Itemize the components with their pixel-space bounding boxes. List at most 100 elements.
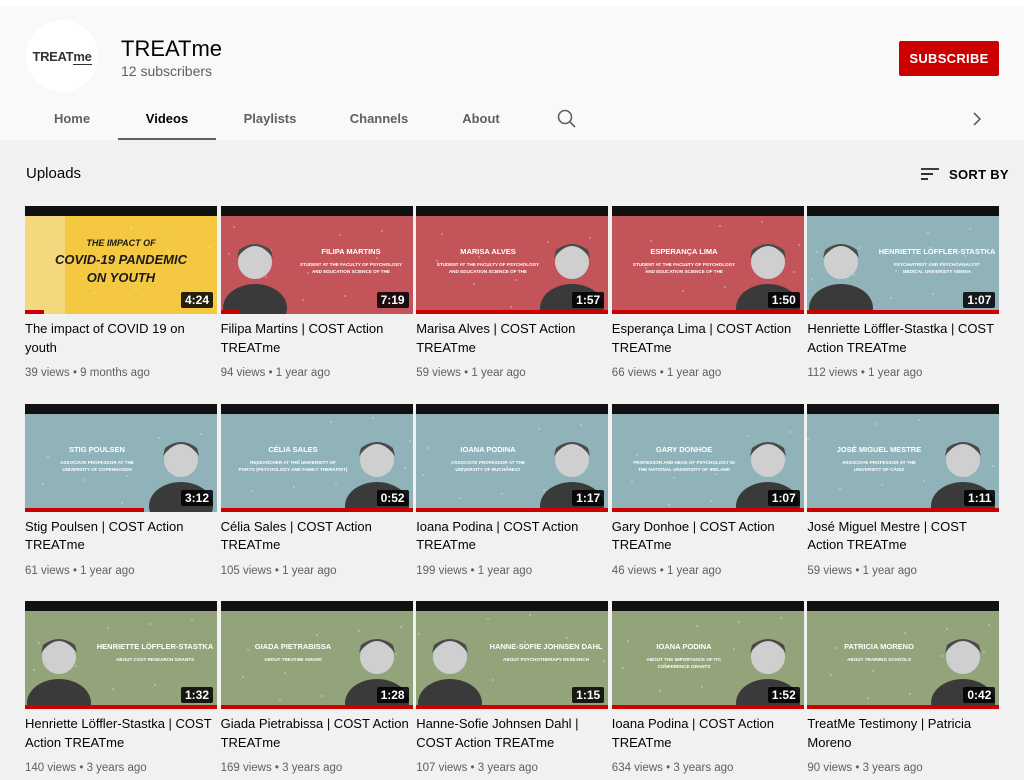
upload-age: 3 years ago <box>673 762 734 774</box>
video-card[interactable]: HENRIETTE LÖFFLER-STASTKA PSYCHIATRIST AN… <box>807 206 1000 396</box>
chevron-right-icon[interactable] <box>966 108 988 130</box>
video-title[interactable]: TreatMe Testimony | Patricia Moreno <box>807 715 999 752</box>
meta-separator: • <box>662 762 674 774</box>
video-card[interactable]: GIADA PIETRABISSA ABOUT TREATME AWARD 1:28… <box>220 601 413 780</box>
video-title[interactable]: Hanne-Sofie Johnsen Dahl | COST Action T… <box>416 715 608 752</box>
video-thumbnail[interactable]: THE IMPACT OF COVID-19 PANDEMIC ON YOUTH 4:… <box>25 206 217 314</box>
svg-text:PROFESSOR AND HEAD OF PSYCHOLO: PROFESSOR AND HEAD OF PSYCHOLOGY IN <box>633 460 735 465</box>
watch-progress-bar <box>807 705 1000 709</box>
watch-progress-bar <box>611 705 804 709</box>
video-title[interactable]: Ioana Podina | COST Action TREATme <box>612 715 804 752</box>
svg-text:RESEARCHER AT THE UNIVERSITY O: RESEARCHER AT THE UNIVERSITY OF <box>250 460 336 465</box>
video-title[interactable]: Henriette Löffler-Stastka | COST Action … <box>25 715 217 752</box>
video-duration: 1:17 <box>572 489 605 506</box>
tab-channels[interactable]: Channels <box>336 96 422 140</box>
video-card[interactable]: GARY DONHOE PROFESSOR AND HEAD OF PSYCHOL… <box>611 403 804 594</box>
video-title[interactable]: Filipa Martins | COST Action TREATme <box>221 320 413 357</box>
channel-avatar[interactable]: TREATme <box>26 20 98 92</box>
svg-text:ESPERANÇA LIMA: ESPERANÇA LIMA <box>650 247 718 256</box>
meta-separator: • <box>852 564 863 577</box>
upload-age: 1 year ago <box>80 564 135 577</box>
video-duration: 7:19 <box>376 292 409 308</box>
video-title[interactable]: Esperança Lima | COST Action TREATme <box>612 320 804 357</box>
video-title[interactable]: Stig Poulsen | COST Action TREATme <box>25 518 217 555</box>
video-card[interactable]: ESPERANÇA LIMA STUDENT AT THE FACULTY OF … <box>611 206 804 396</box>
video-thumbnail[interactable]: HENRIETTE LÖFFLER-STASTKA ABOUT COST RESE… <box>25 601 217 709</box>
video-card[interactable]: THE IMPACT OF COVID-19 PANDEMIC ON YOUTH 4:… <box>25 206 217 396</box>
video-card[interactable]: CÉLIA SALES RESEARCHER AT THE UNIVERSITY … <box>220 403 413 594</box>
video-thumbnail[interactable]: JOSÉ MIGUEL MESTRE ASSOCIATE PROFESSOR AT… <box>807 403 1000 512</box>
svg-text:ABOUT PSYCHOTHERAPY RESEARCH: ABOUT PSYCHOTHERAPY RESEARCH <box>503 657 590 662</box>
subscribe-button[interactable]: SUBSCRIBE <box>899 41 999 76</box>
video-card[interactable]: JOSÉ MIGUEL MESTRE ASSOCIATE PROFESSOR AT… <box>807 403 1000 594</box>
video-thumbnail[interactable]: GARY DONHOE PROFESSOR AND HEAD OF PSYCHOL… <box>611 403 804 512</box>
svg-text:UNIVERSITY OF CÁDIZ: UNIVERSITY OF CÁDIZ <box>854 466 905 472</box>
svg-text:PATRICIA MORENO: PATRICIA MORENO <box>844 642 914 651</box>
svg-text:PORTO (PSYCHOLOGY AND FAMILY T: PORTO (PSYCHOLOGY AND FAMILY THERAPIST) <box>238 467 347 472</box>
tab-home[interactable]: Home <box>40 96 104 140</box>
video-thumbnail[interactable]: IOANA PODINA ASSOCIATE PROFESSOR AT THE UN… <box>416 403 609 512</box>
watch-progress-bar <box>25 310 45 314</box>
svg-text:HENRIETTE LÖFFLER-STASTKA: HENRIETTE LÖFFLER-STASTKA <box>879 247 996 256</box>
svg-text:MEDICAL UNIVERSITY VIENNA: MEDICAL UNIVERSITY VIENNA <box>903 269 972 274</box>
video-card[interactable]: FILIPA MARTINS STUDENT AT THE FACULTY OF … <box>220 206 413 396</box>
uploads-section: Uploads SORT BY THE IMPACT OF COVID-19 PA… <box>0 140 1024 780</box>
video-meta: 169 views • 3 years ago <box>221 762 343 774</box>
view-count: 140 views <box>25 762 77 774</box>
video-card[interactable]: PATRICIA MORENO ABOUT TRAINING SCHOOLS 0:4… <box>807 601 1000 780</box>
sort-by-button[interactable]: SORT BY <box>921 164 1009 184</box>
channel-tabs: Home Videos Playlists Channels About <box>0 96 1024 140</box>
video-duration: 1:28 <box>376 687 409 703</box>
video-thumbnail[interactable]: HANNE-SOFIE JOHNSEN DAHL ABOUT PSYCHOTHER… <box>416 601 609 709</box>
video-title[interactable]: Gary Donhoe | COST Action TREATme <box>612 518 804 555</box>
watch-progress-bar <box>807 507 1000 512</box>
svg-text:THE NATIONAL UNIVERSITY OF IRE: THE NATIONAL UNIVERSITY OF IRELAND <box>638 467 731 472</box>
upload-age: 1 year ago <box>471 367 526 379</box>
video-thumbnail[interactable]: ESPERANÇA LIMA STUDENT AT THE FACULTY OF … <box>611 206 804 314</box>
video-card[interactable]: HANNE-SOFIE JOHNSEN DAHL ABOUT PSYCHOTHER… <box>416 601 609 780</box>
upload-age: 1 year ago <box>666 564 722 577</box>
view-count: 59 views <box>416 367 461 379</box>
video-card[interactable]: MARISA ALVES STUDENT AT THE FACULTY OF PS… <box>416 206 609 396</box>
view-count: 59 views <box>807 564 853 577</box>
video-card[interactable]: IOANA PODINA ABOUT THE IMPORTANCE OF ITC C… <box>611 601 804 780</box>
view-count: 66 views <box>611 367 657 379</box>
video-title[interactable]: Henriette Löffler-Stastka | COST Action … <box>807 320 999 357</box>
upload-age: 1 year ago <box>666 367 722 379</box>
video-title[interactable]: José Miguel Mestre | COST Action TREATme <box>807 518 999 555</box>
video-meta: 634 views • 3 years ago <box>612 762 734 774</box>
video-meta: 105 views • 1 year ago <box>221 565 337 577</box>
svg-text:ABOUT THE IMPORTANCE OF ITC: ABOUT THE IMPORTANCE OF ITC <box>646 657 722 662</box>
video-title[interactable]: Giada Pietrabissa | COST Action TREATme <box>221 715 413 752</box>
video-thumbnail[interactable]: PATRICIA MORENO ABOUT TRAINING SCHOOLS 0:4… <box>807 601 1000 709</box>
video-title[interactable]: Célia Sales | COST Action TREATme <box>221 518 413 555</box>
upload-age: 3 years ago <box>282 762 343 774</box>
video-thumbnail[interactable]: HENRIETTE LÖFFLER-STASTKA PSYCHIATRIST AN… <box>807 206 1000 314</box>
video-thumbnail[interactable]: IOANA PODINA ABOUT THE IMPORTANCE OF ITC C… <box>611 601 804 709</box>
video-title[interactable]: Ioana Podina | COST Action TREATme <box>416 518 608 555</box>
view-count: 46 views <box>611 564 657 577</box>
tab-playlists[interactable]: Playlists <box>228 96 312 140</box>
svg-text:AND EDUCATION SCIENCE OF THE: AND EDUCATION SCIENCE OF THE <box>645 269 723 274</box>
meta-separator: • <box>656 564 667 577</box>
upload-age: 1 year ago <box>275 367 331 379</box>
search-icon[interactable] <box>556 108 578 130</box>
video-card[interactable]: STIG POULSEN ASSOCIATE PROFESSOR AT THE UN… <box>25 403 217 594</box>
video-thumbnail[interactable]: GIADA PIETRABISSA ABOUT TREATME AWARD 1:28 <box>220 601 413 709</box>
video-card[interactable]: IOANA PODINA ASSOCIATE PROFESSOR AT THE UN… <box>416 403 609 594</box>
video-thumbnail[interactable]: CÉLIA SALES RESEARCHER AT THE UNIVERSITY … <box>220 403 413 512</box>
video-thumbnail[interactable]: FILIPA MARTINS STUDENT AT THE FACULTY OF … <box>220 206 413 314</box>
video-title[interactable]: Marisa Alves | COST Action TREATme <box>416 320 608 357</box>
tab-videos[interactable]: Videos <box>118 96 216 140</box>
meta-separator: • <box>852 762 863 774</box>
watch-progress-bar <box>220 705 413 709</box>
meta-separator: • <box>656 367 667 379</box>
svg-text:AND EDUCATION SCIENCE OF THE: AND EDUCATION SCIENCE OF THE <box>449 269 527 274</box>
video-card[interactable]: HENRIETTE LÖFFLER-STASTKA ABOUT COST RESE… <box>25 601 217 780</box>
video-thumbnail[interactable]: STIG POULSEN ASSOCIATE PROFESSOR AT THE UN… <box>25 403 217 512</box>
video-title[interactable]: The impact of COVID 19 on youth <box>25 320 217 357</box>
svg-text:ON YOUTH: ON YOUTH <box>87 270 156 285</box>
video-thumbnail[interactable]: MARISA ALVES STUDENT AT THE FACULTY OF PS… <box>416 206 609 314</box>
view-count: 39 views <box>25 367 70 379</box>
tab-about[interactable]: About <box>448 96 514 140</box>
